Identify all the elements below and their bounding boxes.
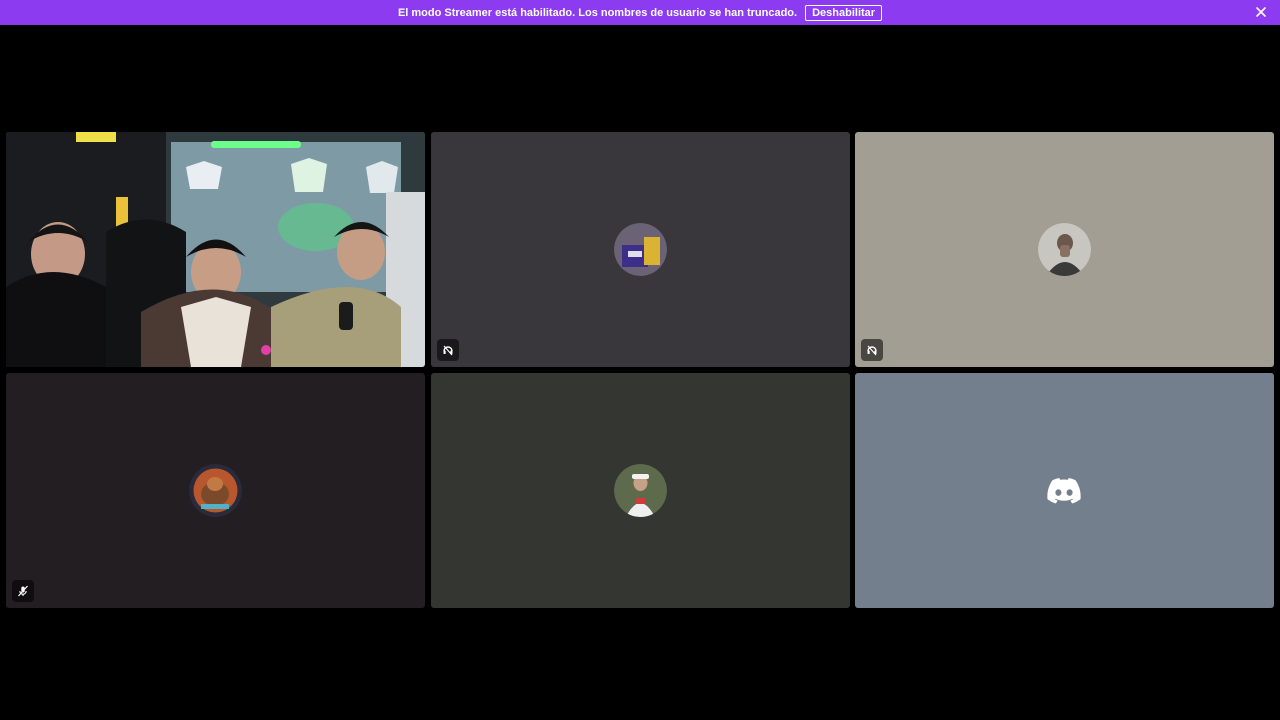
close-icon[interactable] [1254,5,1268,19]
participant-tile-6[interactable] [855,373,1274,608]
streamer-mode-message: El modo Streamer está habilitado. Los no… [397,6,798,19]
participant-tile-4[interactable] [6,373,425,608]
participant-avatar [614,223,667,276]
participant-avatar [189,464,242,517]
participant-tile-3[interactable] [855,132,1274,367]
discord-logo-icon [1047,478,1081,504]
participant-tile-2[interactable] [431,132,850,367]
participant-avatar [614,464,667,517]
disable-streamer-mode-button[interactable]: Deshabilitar [805,4,883,21]
deafened-badge [861,339,883,361]
streamer-mode-banner: El modo Streamer está habilitado. Los no… [0,0,1280,25]
deafened-icon [443,345,453,356]
video-tile-1[interactable] [6,132,425,367]
participant-avatar [1038,223,1091,276]
muted-badge [12,580,34,602]
muted-mic-icon [18,585,28,597]
participant-tile-5[interactable] [431,373,850,608]
deafened-icon [867,345,877,356]
deafened-badge [437,339,459,361]
video-feed [6,132,425,367]
